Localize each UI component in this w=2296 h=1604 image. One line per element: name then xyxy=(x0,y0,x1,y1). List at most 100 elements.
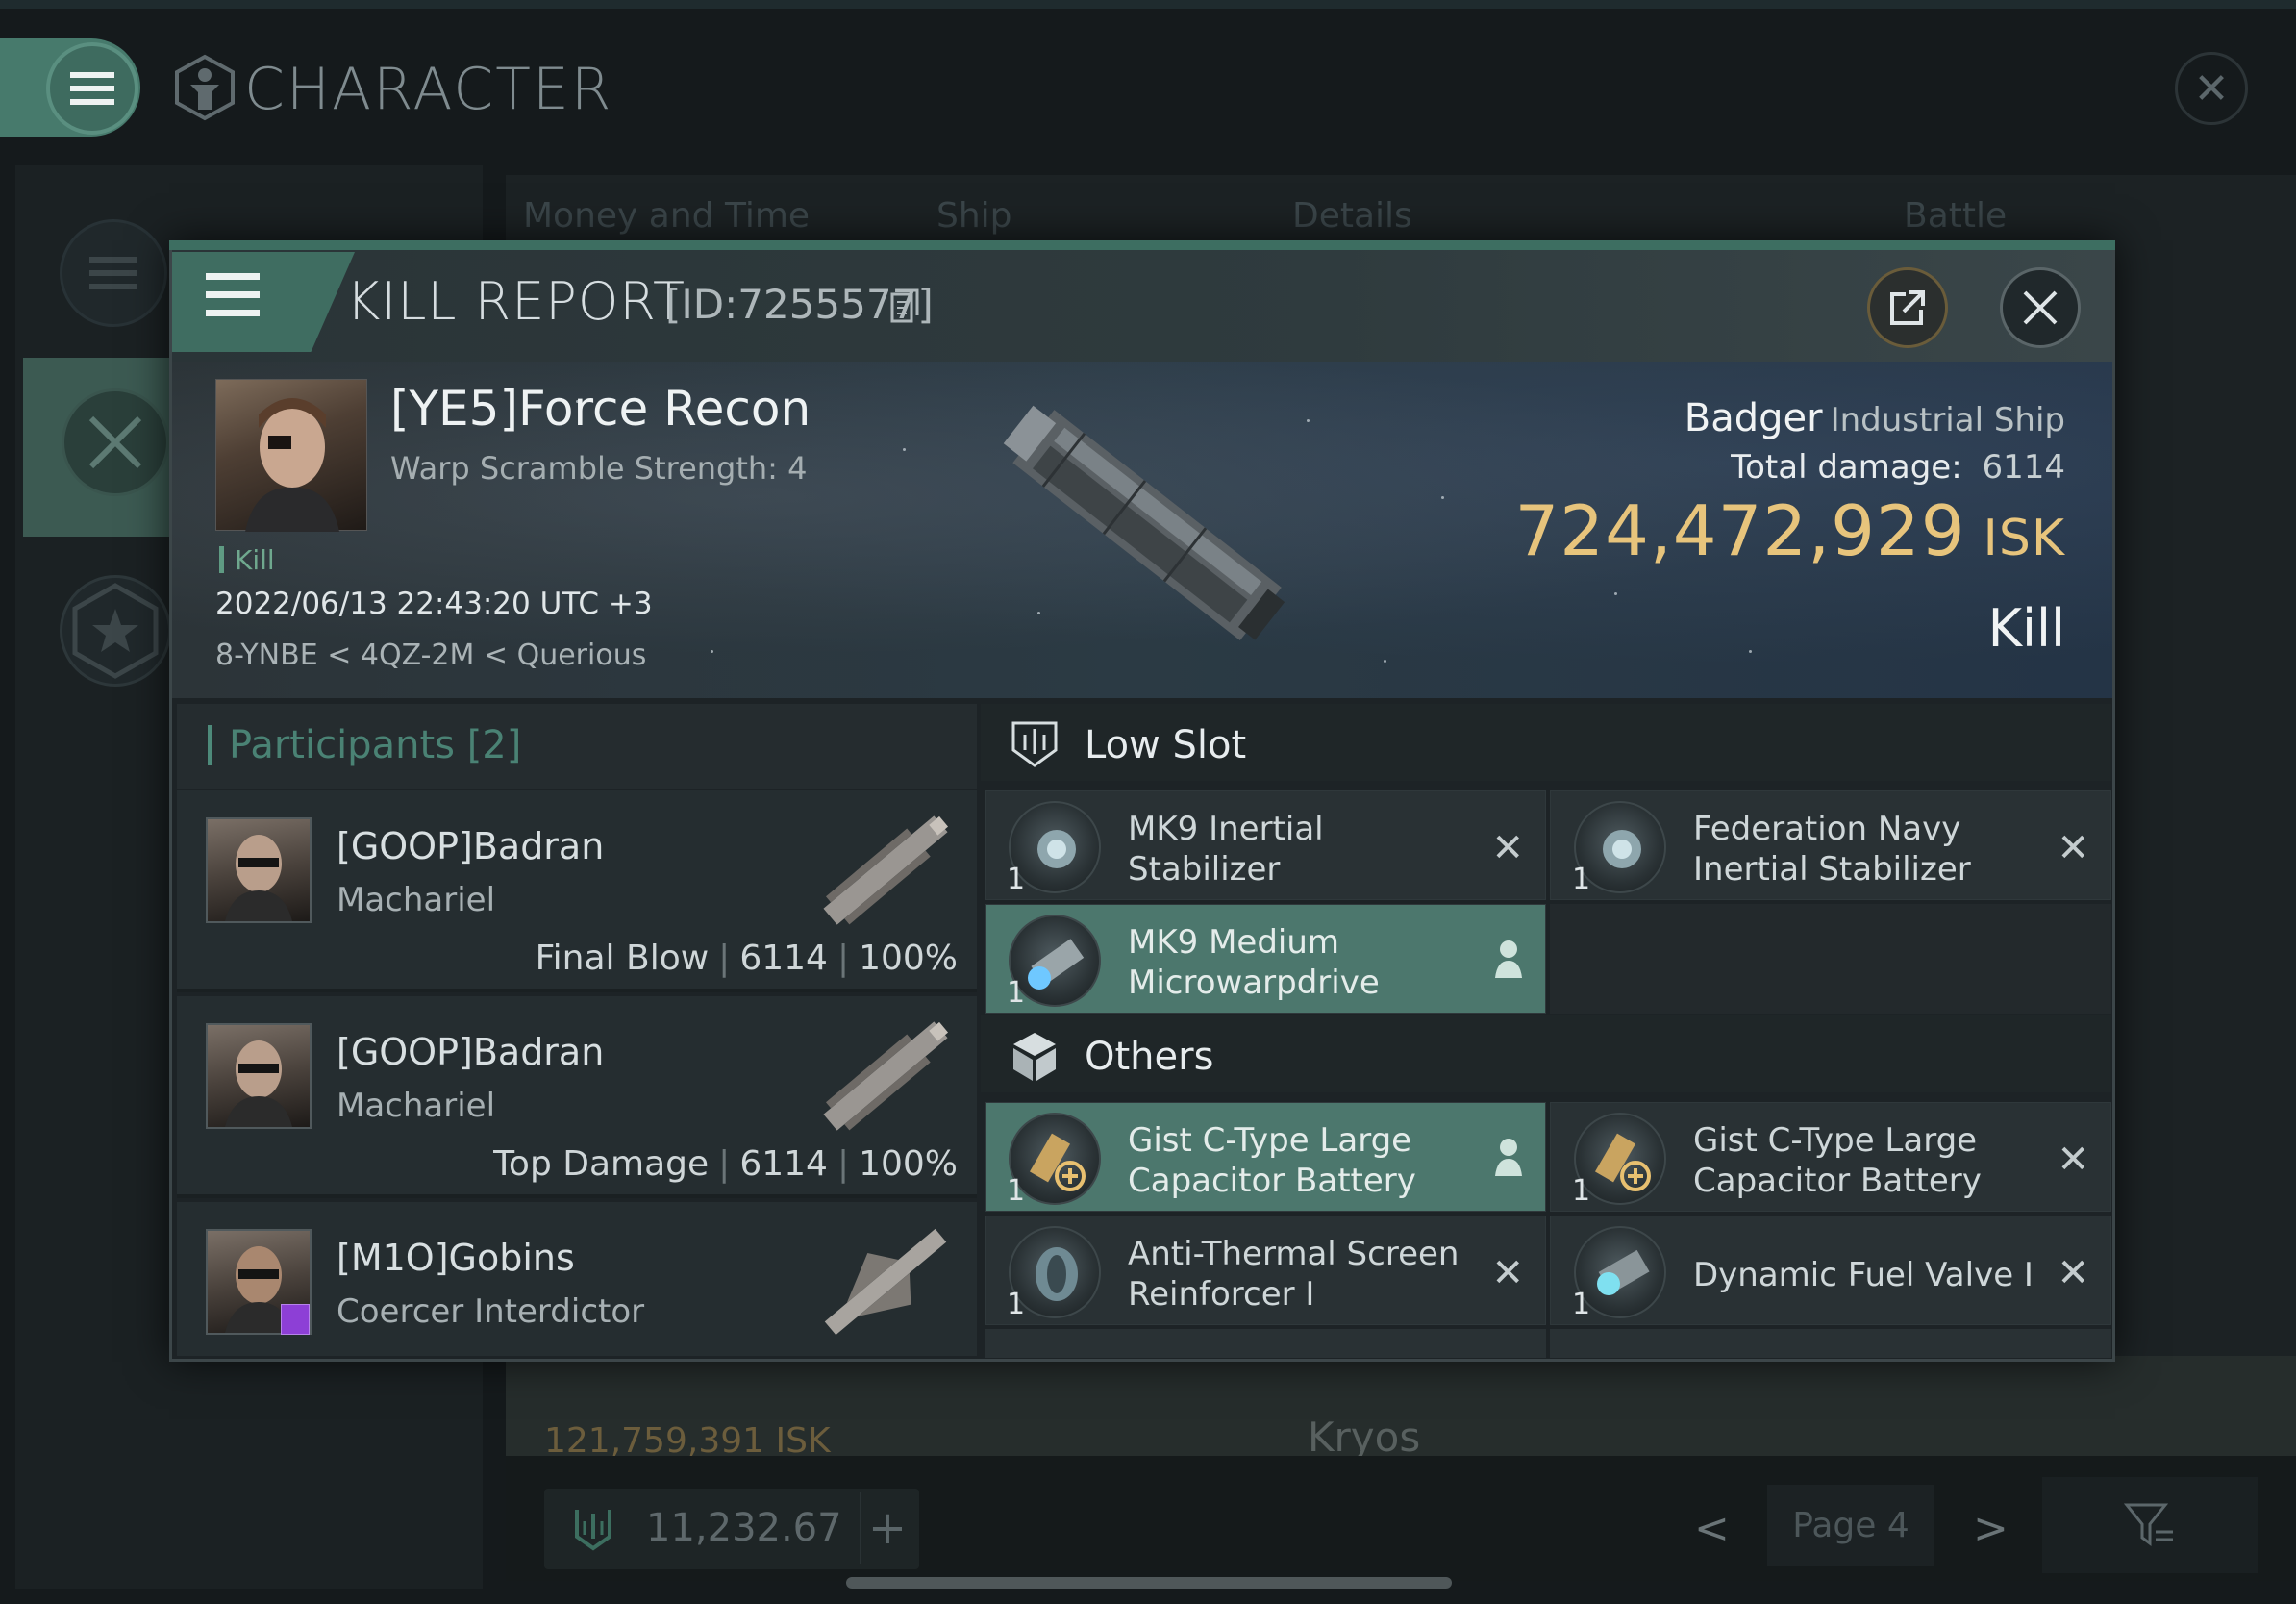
close-icon xyxy=(2023,290,2058,325)
item-name: MK9 Medium Microwarpdrive xyxy=(1128,923,1380,1002)
destroyed-icon: ✕ xyxy=(2057,826,2089,870)
victim-ship-image[interactable] xyxy=(961,365,1327,692)
kill-tag-marker xyxy=(219,546,224,573)
participant-avatar[interactable] xyxy=(206,1023,312,1129)
participant-avatar[interactable] xyxy=(206,817,312,923)
fitting-item-partial[interactable] xyxy=(985,1329,1546,1358)
nav-list-button[interactable] xyxy=(60,219,167,327)
window-title: CHARACTER xyxy=(244,56,613,123)
horizontal-scrollbar[interactable] xyxy=(846,1577,1452,1589)
participant-role: Final Blow xyxy=(535,939,710,978)
ship-name-text: Badger xyxy=(1684,396,1823,440)
crossed-swords-icon xyxy=(88,415,142,469)
victim-portrait[interactable] xyxy=(215,379,367,532)
item-quantity: 1 xyxy=(1007,1174,1026,1208)
total-damage-label: Total damage: xyxy=(1731,448,1962,487)
character-icon xyxy=(175,54,235,121)
modal-title: KILL REPORT xyxy=(346,271,686,332)
fitting-item[interactable]: 1 MK9 Inertial Stabilizer ✕ xyxy=(985,790,1546,900)
share-button[interactable] xyxy=(1867,267,1948,348)
item-quantity: 1 xyxy=(1007,1288,1026,1321)
share-icon xyxy=(1890,290,1925,325)
participant-ship-image xyxy=(824,1228,947,1336)
victim-name[interactable]: [YE5]Force Recon xyxy=(390,381,811,437)
victim-subtitle: Warp Scramble Strength: 4 xyxy=(390,450,808,487)
fitting-item[interactable]: 1 MK9 Medium Microwarpdrive xyxy=(985,904,1546,1014)
window-close-button[interactable]: ✕ xyxy=(2175,52,2248,125)
participant-ship-image xyxy=(823,815,949,925)
page-indicator: Page 4 xyxy=(1767,1485,1934,1566)
participants-title: Participants [2] xyxy=(229,723,522,767)
participants-header-marker xyxy=(208,725,212,765)
victim-ship-name[interactable]: Badger Industrial Ship xyxy=(1685,396,2065,440)
low-slot-title: Low Slot xyxy=(1085,723,1247,767)
participant-role: Top Damage xyxy=(493,1144,710,1184)
item-quantity: 1 xyxy=(1572,1288,1591,1321)
nav-battle-button[interactable] xyxy=(62,388,169,496)
total-damage-value: 6114 xyxy=(1982,448,2065,487)
kill-result: Kill xyxy=(1987,598,2065,659)
avatar xyxy=(245,398,339,532)
participant-ship: Machariel xyxy=(337,881,496,919)
participant-percent: 100% xyxy=(859,1144,958,1184)
fitting-item[interactable]: 1 Gist C-Type Large Capacitor Battery xyxy=(985,1102,1546,1212)
item-name: Gist C-Type Large Capacitor Battery xyxy=(1693,1121,1982,1200)
fitting-item[interactable]: 1 Dynamic Fuel Valve I ✕ xyxy=(1550,1216,2111,1325)
isk-amount: 724,472,929 xyxy=(1514,490,1966,571)
item-name: Gist C-Type Large Capacitor Battery xyxy=(1128,1121,1416,1200)
row-isk-value: 121,759,391 ISK xyxy=(544,1421,831,1461)
kill-tag: Kill xyxy=(235,544,275,576)
item-name: Dynamic Fuel Valve I xyxy=(1693,1256,2034,1294)
participant-name[interactable]: [GOOP]Badran xyxy=(337,1031,604,1073)
fitting-item[interactable]: 1 Gist C-Type Large Capacitor Battery ✕ xyxy=(1550,1102,2111,1212)
participants-count: [2] xyxy=(466,723,522,767)
participant-name[interactable]: [M1O]Gobins xyxy=(337,1237,575,1279)
item-name: MK9 Inertial Stabilizer xyxy=(1128,810,1324,889)
tab-money-and-time[interactable]: Money and Time xyxy=(523,196,810,236)
participant-damage: 6114 xyxy=(739,939,828,978)
fitting-item[interactable]: 1 Anti-Thermal Screen Reinforcer I ✕ xyxy=(985,1216,1546,1325)
item-name: Anti-Thermal Screen Reinforcer I xyxy=(1128,1235,1460,1314)
fitting-item[interactable]: 1 Federation Navy Inertial Stabilizer ✕ xyxy=(1550,790,2111,900)
menu-icon xyxy=(70,72,114,78)
item-quantity: 1 xyxy=(1572,1174,1591,1208)
destroyed-icon: ✕ xyxy=(2057,1138,2089,1182)
participant-name[interactable]: [GOOP]Badran xyxy=(337,825,604,867)
destroyed-icon: ✕ xyxy=(1491,826,1524,870)
top-edge xyxy=(0,0,2296,9)
kill-datetime: 2022/06/13 22:43:20 UTC +3 xyxy=(215,587,653,621)
wallet-add-button[interactable]: + xyxy=(860,1492,913,1564)
avatar xyxy=(225,835,292,921)
participant-stats: Final Blow | 6114 | 100% xyxy=(535,939,958,978)
next-page-button[interactable]: > xyxy=(1973,1504,2009,1553)
participant-ship: Coercer Interdictor xyxy=(337,1292,645,1331)
plex-icon xyxy=(575,1510,611,1551)
tab-details[interactable]: Details xyxy=(1292,196,1412,236)
tab-ship[interactable]: Ship xyxy=(936,196,1012,236)
others-title: Others xyxy=(1085,1035,1214,1079)
participant-stats: Top Damage | 6114 | 100% xyxy=(493,1144,958,1184)
main-menu-button[interactable] xyxy=(46,42,138,135)
fitting-item-partial[interactable] xyxy=(1550,1329,2111,1358)
item-name: Federation Navy Inertial Stabilizer xyxy=(1693,810,1971,889)
nav-star-button[interactable] xyxy=(60,575,171,687)
copy-icon[interactable] xyxy=(890,288,919,323)
participant-ship: Machariel xyxy=(337,1087,496,1125)
list-icon xyxy=(89,257,137,289)
row-ship-name: Kryos xyxy=(1308,1414,1421,1461)
destroyed-icon: ✕ xyxy=(2057,1251,2089,1295)
isk-value: 724,472,929 ISK xyxy=(1514,490,2065,571)
item-quantity: 1 xyxy=(1007,976,1026,1010)
participant-damage: 6114 xyxy=(739,1144,828,1184)
filter-button[interactable] xyxy=(2042,1477,2258,1573)
cube-icon xyxy=(1013,1033,1056,1081)
low-slot-icon xyxy=(1011,721,1058,767)
background-tabs: Money and Time Ship Details Battle Statu… xyxy=(523,196,2119,275)
hamburger-icon xyxy=(206,273,260,316)
wallet-value: 11,232.67 xyxy=(646,1506,842,1550)
corp-badge-icon xyxy=(281,1304,310,1335)
kill-location[interactable]: 8-YNBE < 4QZ-2M < Querious xyxy=(215,639,646,672)
star-icon xyxy=(72,583,159,679)
prev-page-button[interactable]: < xyxy=(1694,1504,1730,1553)
modal-close-button[interactable] xyxy=(2000,267,2081,348)
